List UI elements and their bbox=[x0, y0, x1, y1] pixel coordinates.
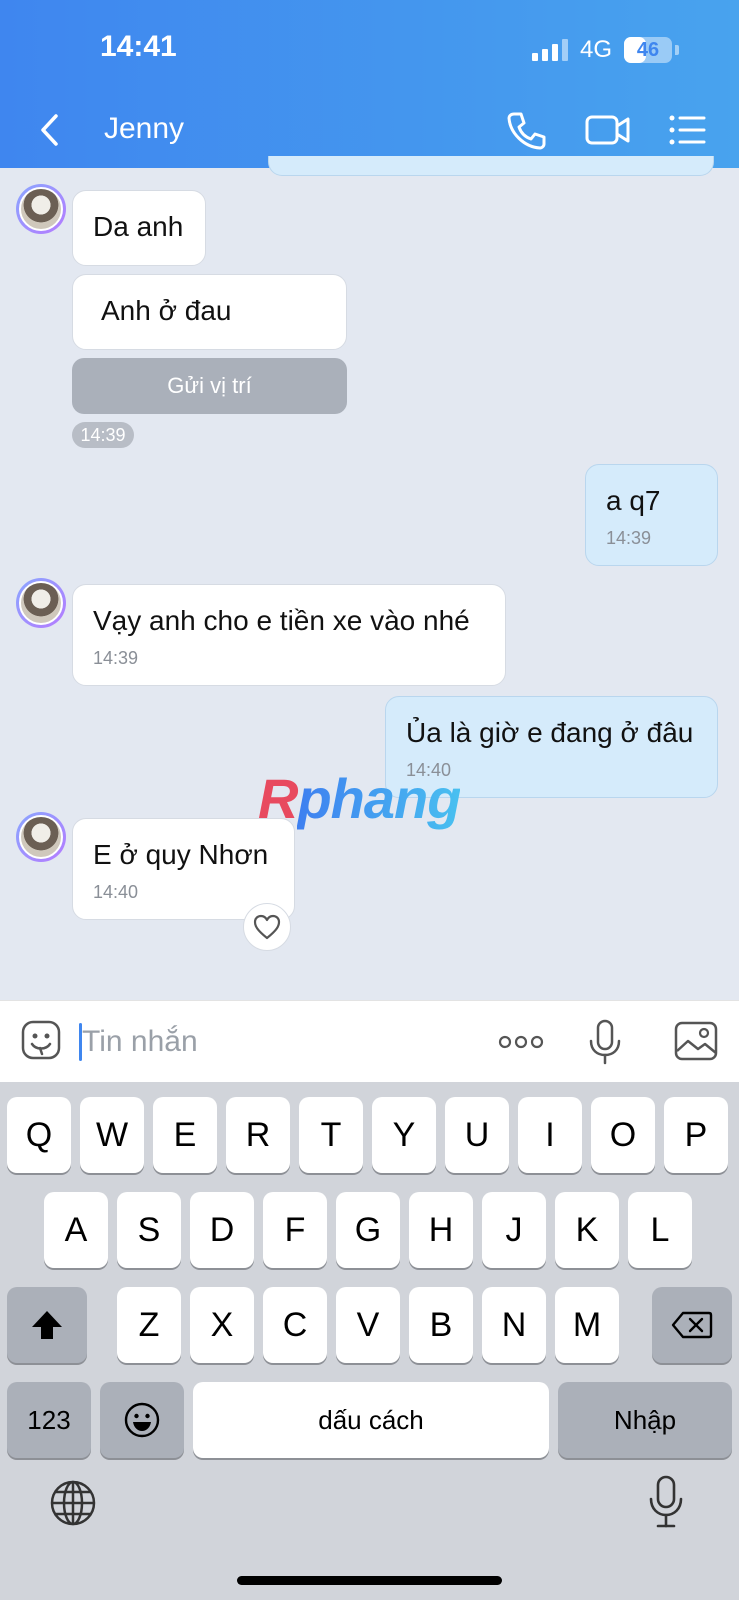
key-p[interactable]: P bbox=[664, 1097, 728, 1173]
backspace-key[interactable] bbox=[652, 1287, 732, 1363]
message-time: 14:39 bbox=[72, 422, 134, 448]
phone-icon bbox=[507, 112, 546, 150]
key-w[interactable]: W bbox=[80, 1097, 144, 1173]
key-c[interactable]: C bbox=[263, 1287, 327, 1363]
key-h[interactable]: H bbox=[409, 1192, 473, 1268]
signal-icon bbox=[531, 39, 568, 61]
sticker-face-icon bbox=[21, 1020, 61, 1060]
video-call-button[interactable] bbox=[584, 108, 632, 152]
chat-header: 14:41 4G 46 Jenny bbox=[0, 0, 739, 168]
message-bubble[interactable]: Anh ở đau bbox=[72, 274, 347, 350]
key-t[interactable]: T bbox=[299, 1097, 363, 1173]
key-d[interactable]: D bbox=[190, 1192, 254, 1268]
avatar[interactable] bbox=[16, 812, 66, 862]
battery-level: 46 bbox=[636, 38, 660, 61]
key-i[interactable]: I bbox=[518, 1097, 582, 1173]
key-k[interactable]: K bbox=[555, 1192, 619, 1268]
message-text: E ở quy Nhơn bbox=[93, 839, 269, 870]
avatar[interactable] bbox=[16, 578, 66, 628]
key-m[interactable]: M bbox=[555, 1287, 619, 1363]
network-label: 4G bbox=[579, 36, 612, 63]
microphone-icon bbox=[649, 1475, 683, 1528]
emoji-key[interactable] bbox=[100, 1382, 184, 1458]
message-list[interactable]: Da anh Anh ở đau Gửi vị trí 14:39 a q7 1… bbox=[0, 156, 739, 1000]
dictation-button[interactable] bbox=[646, 1474, 686, 1530]
more-dots-icon bbox=[498, 1035, 544, 1049]
message-time: 14:39 bbox=[606, 528, 652, 548]
globe-icon bbox=[50, 1480, 96, 1526]
key-y[interactable]: Y bbox=[372, 1097, 436, 1173]
message-time: 14:39 bbox=[93, 648, 139, 668]
key-r[interactable]: R bbox=[226, 1097, 290, 1173]
status-time: 14:41 bbox=[100, 30, 177, 63]
return-key[interactable]: Nhập bbox=[558, 1382, 732, 1458]
voice-message-button[interactable] bbox=[580, 1017, 630, 1067]
key-z[interactable]: Z bbox=[117, 1287, 181, 1363]
message-bubble-outgoing[interactable]: a q7 14:39 bbox=[585, 464, 718, 566]
numbers-key[interactable]: 123 bbox=[7, 1382, 91, 1458]
key-x[interactable]: X bbox=[190, 1287, 254, 1363]
key-e[interactable]: E bbox=[153, 1097, 217, 1173]
key-b[interactable]: B bbox=[409, 1287, 473, 1363]
shift-arrow-icon bbox=[32, 1311, 62, 1339]
chevron-left-icon bbox=[41, 114, 58, 146]
list-menu-icon bbox=[669, 115, 706, 145]
home-indicator[interactable] bbox=[237, 1576, 502, 1585]
message-text: Da anh bbox=[93, 211, 184, 242]
message-text: Anh ở đau bbox=[101, 295, 232, 326]
heart-icon bbox=[253, 914, 281, 940]
space-key[interactable]: dấu cách bbox=[193, 1382, 549, 1458]
key-v[interactable]: V bbox=[336, 1287, 400, 1363]
key-q[interactable]: Q bbox=[7, 1097, 71, 1173]
message-time: 14:40 bbox=[93, 882, 139, 902]
contact-name[interactable]: Jenny bbox=[104, 112, 184, 146]
menu-button[interactable] bbox=[668, 108, 716, 152]
voice-call-button[interactable] bbox=[504, 108, 552, 152]
message-text: a q7 bbox=[606, 485, 661, 516]
battery-icon: 46 bbox=[624, 37, 672, 63]
image-icon bbox=[674, 1021, 718, 1061]
sticker-button[interactable] bbox=[20, 1019, 62, 1061]
key-n[interactable]: N bbox=[482, 1287, 546, 1363]
message-bubble-partial bbox=[268, 156, 714, 176]
shift-key[interactable] bbox=[7, 1287, 87, 1363]
video-camera-icon bbox=[585, 115, 630, 145]
message-text: Vạy anh cho e tiền xe vào nhé bbox=[93, 605, 470, 636]
key-s[interactable]: S bbox=[117, 1192, 181, 1268]
back-button[interactable] bbox=[36, 110, 66, 150]
battery-tip bbox=[675, 45, 679, 55]
key-o[interactable]: O bbox=[591, 1097, 655, 1173]
status-indicators: 4G 46 bbox=[531, 36, 679, 64]
backspace-icon bbox=[671, 1311, 713, 1339]
key-a[interactable]: A bbox=[44, 1192, 108, 1268]
key-g[interactable]: G bbox=[336, 1192, 400, 1268]
more-options-button[interactable] bbox=[496, 1017, 546, 1067]
composer-bar bbox=[0, 1000, 739, 1082]
message-bubble[interactable]: Da anh bbox=[72, 190, 206, 266]
key-f[interactable]: F bbox=[263, 1192, 327, 1268]
microphone-icon bbox=[589, 1019, 621, 1065]
globe-button[interactable] bbox=[48, 1478, 98, 1528]
message-bubble[interactable]: Vạy anh cho e tiền xe vào nhé 14:39 bbox=[72, 584, 506, 686]
keyboard: Q W E R T Y U I O P A S D F G H J K L Z … bbox=[0, 1082, 739, 1600]
message-input[interactable] bbox=[82, 1017, 462, 1067]
avatar[interactable] bbox=[16, 184, 66, 234]
key-u[interactable]: U bbox=[445, 1097, 509, 1173]
photo-button[interactable] bbox=[672, 1017, 722, 1067]
message-text: Ủa là giờ e đang ở đâu bbox=[406, 717, 694, 748]
key-j[interactable]: J bbox=[482, 1192, 546, 1268]
smiley-icon bbox=[124, 1402, 160, 1438]
send-location-button[interactable]: Gửi vị trí bbox=[72, 358, 347, 414]
react-heart-button[interactable] bbox=[243, 903, 291, 951]
key-l[interactable]: L bbox=[628, 1192, 692, 1268]
